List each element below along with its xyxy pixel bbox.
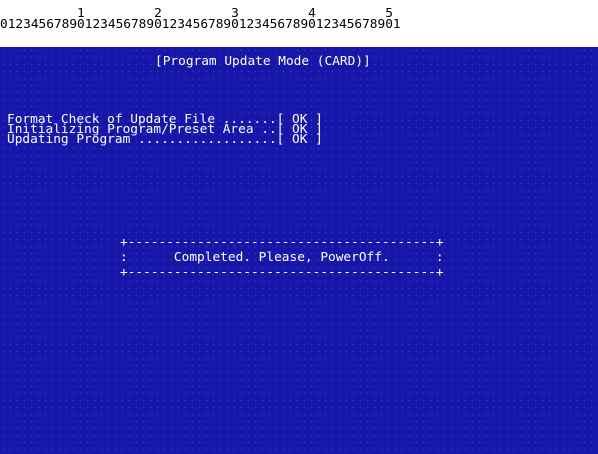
- terminal-screen: [Program Update Mode (CARD)] Format Chec…: [0, 47, 598, 454]
- ruler-ones-row: 0123456789012345678901234567890123456789…: [0, 17, 401, 32]
- message-box-text: : Completed. Please, PowerOff. :: [120, 250, 444, 265]
- message-box-top-border: +---------------------------------------…: [120, 235, 444, 250]
- step-updating-program: Updating Program ..................[ OK …: [7, 132, 323, 147]
- message-box-bottom-border: +---------------------------------------…: [120, 265, 444, 280]
- screen-title: [Program Update Mode (CARD)]: [155, 54, 371, 69]
- column-ruler: 1 2 3 4 5 012345678901234567890123456789…: [0, 0, 598, 47]
